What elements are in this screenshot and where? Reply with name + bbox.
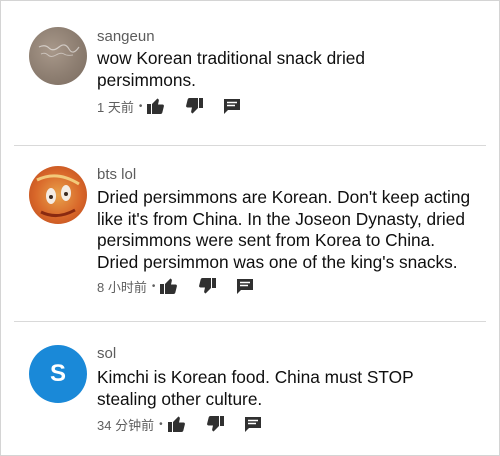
avatar[interactable]: S xyxy=(29,345,87,403)
reply-icon[interactable] xyxy=(242,414,264,434)
comment-text-line: Dried persimmon was one of the king's sn… xyxy=(97,251,458,272)
thumb-up-icon[interactable] xyxy=(145,96,167,116)
avatar-image xyxy=(36,174,80,217)
comment-author[interactable]: sangeun xyxy=(97,28,155,46)
comment-timestamp[interactable]: 34 分钟前 xyxy=(97,415,154,434)
thumb-up-icon[interactable] xyxy=(166,414,188,434)
comment-text-line: wow Korean traditional snack dried xyxy=(97,48,366,68)
comment-text-line: Dried persimmons are Korean. Don't keep … xyxy=(97,187,471,207)
comment-actions: 34 分钟前 • xyxy=(97,414,264,434)
comment-actions: 8 小时前 • xyxy=(97,276,256,296)
comment-text-line: like it's from China. In the Joseon Dyna… xyxy=(97,208,465,229)
comment-text-line: persimmons. xyxy=(97,69,196,90)
thumb-down-icon[interactable] xyxy=(183,96,205,116)
divider xyxy=(14,321,486,322)
comment-author[interactable]: bts lol xyxy=(97,166,136,184)
comment-author[interactable]: sol xyxy=(97,345,116,363)
comment-timestamp[interactable]: 8 小时前 xyxy=(97,277,147,296)
avatar[interactable] xyxy=(29,166,87,224)
thumb-down-icon[interactable] xyxy=(196,276,218,296)
comment-timestamp[interactable]: 1 天前 xyxy=(97,97,134,116)
comment-text: Kimchi is Korean food. China must STOP s… xyxy=(97,367,482,410)
comment-text: Dried persimmons are Korean. Don't keep … xyxy=(97,187,482,273)
separator-dot: • xyxy=(151,280,156,292)
reply-icon[interactable] xyxy=(234,276,256,296)
comment-text-line: stealing other culture. xyxy=(97,388,263,409)
comment-item: bts lol Dried persimmons are Korean. Don… xyxy=(0,147,500,322)
thumb-up-icon[interactable] xyxy=(158,276,180,296)
comment-item: S sol Kimchi is Korean food. China must … xyxy=(0,323,500,456)
divider xyxy=(14,145,486,146)
comment-actions: 1 天前 • xyxy=(97,96,243,116)
separator-dot: • xyxy=(138,100,143,112)
comment-text-line: persimmons were sent from Korea to China… xyxy=(97,230,436,250)
comment-text-line: Kimchi is Korean food. China must STOP xyxy=(97,367,414,387)
reply-icon[interactable] xyxy=(221,96,243,116)
thumb-down-icon[interactable] xyxy=(204,414,226,434)
comment-item: sangeun wow Korean traditional snack dri… xyxy=(0,0,500,145)
avatar-image xyxy=(38,44,80,57)
avatar-letter: S xyxy=(49,360,66,387)
separator-dot: • xyxy=(159,418,163,430)
avatar[interactable] xyxy=(29,27,87,85)
comment-text: wow Korean traditional snack dried persi… xyxy=(97,48,482,91)
